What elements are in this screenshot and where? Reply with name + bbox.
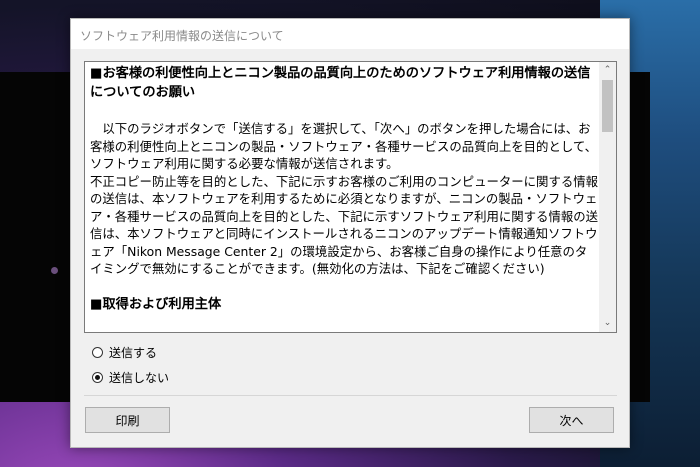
scroll-down-arrow-icon[interactable]: ⌄ — [599, 315, 616, 332]
radio-send-circle-icon[interactable] — [92, 346, 103, 358]
radio-dont-send-circle-icon[interactable] — [92, 371, 103, 383]
next-button[interactable]: 次へ — [529, 407, 614, 433]
background-window-left — [0, 72, 70, 402]
background-window-right — [630, 72, 650, 402]
scroll-thumb[interactable] — [602, 80, 613, 132]
radio-send-label: 送信する — [109, 345, 158, 360]
footer-divider — [84, 395, 617, 396]
radio-send[interactable]: 送信する — [92, 343, 157, 361]
agreement-heading: ■お客様の利便性向上とニコン製品の品質向上のためのソフトウェア利用情報の送信につ… — [90, 66, 591, 100]
print-button[interactable]: 印刷 — [85, 407, 170, 433]
agreement-content: ■お客様の利便性向上とニコン製品の品質向上のためのソフトウェア利用情報の送信につ… — [90, 65, 598, 314]
background-dot — [51, 267, 58, 274]
section-heading-acquisition: ■取得および利用主体 — [90, 296, 222, 312]
radio-dont-send-label: 送信しない — [109, 370, 170, 385]
vertical-scrollbar[interactable]: ⌃ ⌄ — [599, 62, 616, 332]
dialog-titlebar[interactable]: ソフトウェア利用情報の送信について — [71, 19, 629, 49]
radio-dont-send[interactable]: 送信しない — [92, 368, 169, 386]
scroll-up-arrow-icon[interactable]: ⌃ — [599, 62, 616, 79]
agreement-paragraph-2: 不正コピー防止等を目的とした、下記に示すお客様のご利用のコンピューターに関する情… — [90, 173, 599, 277]
agreement-paragraph-1: 以下のラジオボタンで「送信する」を選択して、「次へ」のボタンを押した場合には、お… — [90, 121, 598, 171]
agreement-text-box[interactable]: ■お客様の利便性向上とニコン製品の品質向上のためのソフトウェア利用情報の送信につ… — [84, 61, 617, 333]
dialog-title: ソフトウェア利用情報の送信について — [80, 29, 284, 43]
software-usage-dialog: ソフトウェア利用情報の送信について ■お客様の利便性向上とニコン製品の品質向上の… — [70, 18, 630, 448]
